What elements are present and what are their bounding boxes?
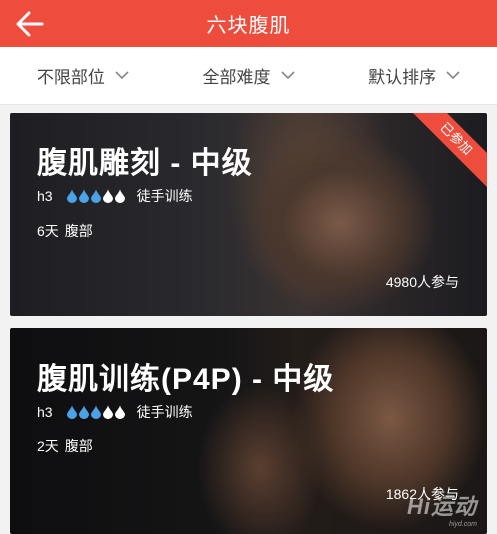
course-card[interactable]: 腹肌训练(P4P) - 中级 h3 徒手训练 2天 腹部 1862人参与 Hi运…	[10, 328, 487, 534]
course-days: 6天	[37, 223, 59, 239]
filter-body-part[interactable]: 不限部位	[0, 63, 166, 88]
filter-bar: 不限部位 全部难度 默认排序	[0, 47, 497, 105]
filter-label: 不限部位	[36, 68, 105, 87]
chevron-down-icon	[280, 71, 295, 80]
chevron-down-icon	[446, 71, 460, 80]
watermark-logo: Hi运动 hiyd.com	[407, 489, 477, 528]
drop-filled-icon	[90, 405, 101, 419]
course-part: 腹部	[64, 223, 93, 239]
watermark-url: hiyd.com	[448, 521, 477, 528]
course-level: h3	[37, 188, 53, 204]
filter-label: 默认排序	[368, 68, 437, 87]
drop-empty-icon	[114, 405, 125, 419]
course-info: 6天 腹部	[37, 221, 93, 241]
course-title: 腹肌训练(P4P) - 中级	[37, 363, 335, 396]
drop-empty-icon	[102, 189, 113, 203]
difficulty-rating	[66, 405, 125, 419]
arrow-left-icon[interactable]	[12, 6, 48, 42]
page-title: 六块腹肌	[206, 15, 291, 37]
drop-filled-icon	[66, 405, 77, 419]
drop-filled-icon	[78, 405, 89, 419]
course-equipment: 徒手训练	[136, 188, 193, 204]
course-meta: h3 徒手训练	[37, 402, 193, 422]
drop-filled-icon	[78, 189, 89, 203]
drop-filled-icon	[66, 189, 77, 203]
course-level: h3	[37, 404, 53, 420]
difficulty-rating	[66, 189, 125, 203]
filter-sort[interactable]: 默认排序	[331, 63, 497, 88]
course-info: 2天 腹部	[37, 436, 93, 456]
course-card[interactable]: 腹肌雕刻 - 中级 h3 徒手训练 6天 腹部 4980人参与 已参加	[10, 113, 487, 316]
drop-empty-icon	[102, 405, 113, 419]
joined-badge: 已参加	[405, 113, 487, 190]
filter-label: 全部难度	[202, 68, 271, 87]
top-app-bar: 六块腹肌	[0, 0, 497, 47]
filter-difficulty[interactable]: 全部难度	[166, 63, 332, 88]
chevron-down-icon	[115, 71, 129, 80]
course-part: 腹部	[64, 438, 93, 454]
drop-filled-icon	[90, 189, 101, 203]
participant-count: 4980人参与	[385, 274, 459, 290]
drop-empty-icon	[114, 189, 125, 203]
watermark-text: Hi运动	[406, 494, 477, 519]
course-title: 腹肌雕刻 - 中级	[37, 147, 253, 180]
course-equipment: 徒手训练	[136, 404, 193, 420]
course-meta: h3 徒手训练	[37, 186, 193, 206]
course-days: 2天	[37, 438, 59, 454]
